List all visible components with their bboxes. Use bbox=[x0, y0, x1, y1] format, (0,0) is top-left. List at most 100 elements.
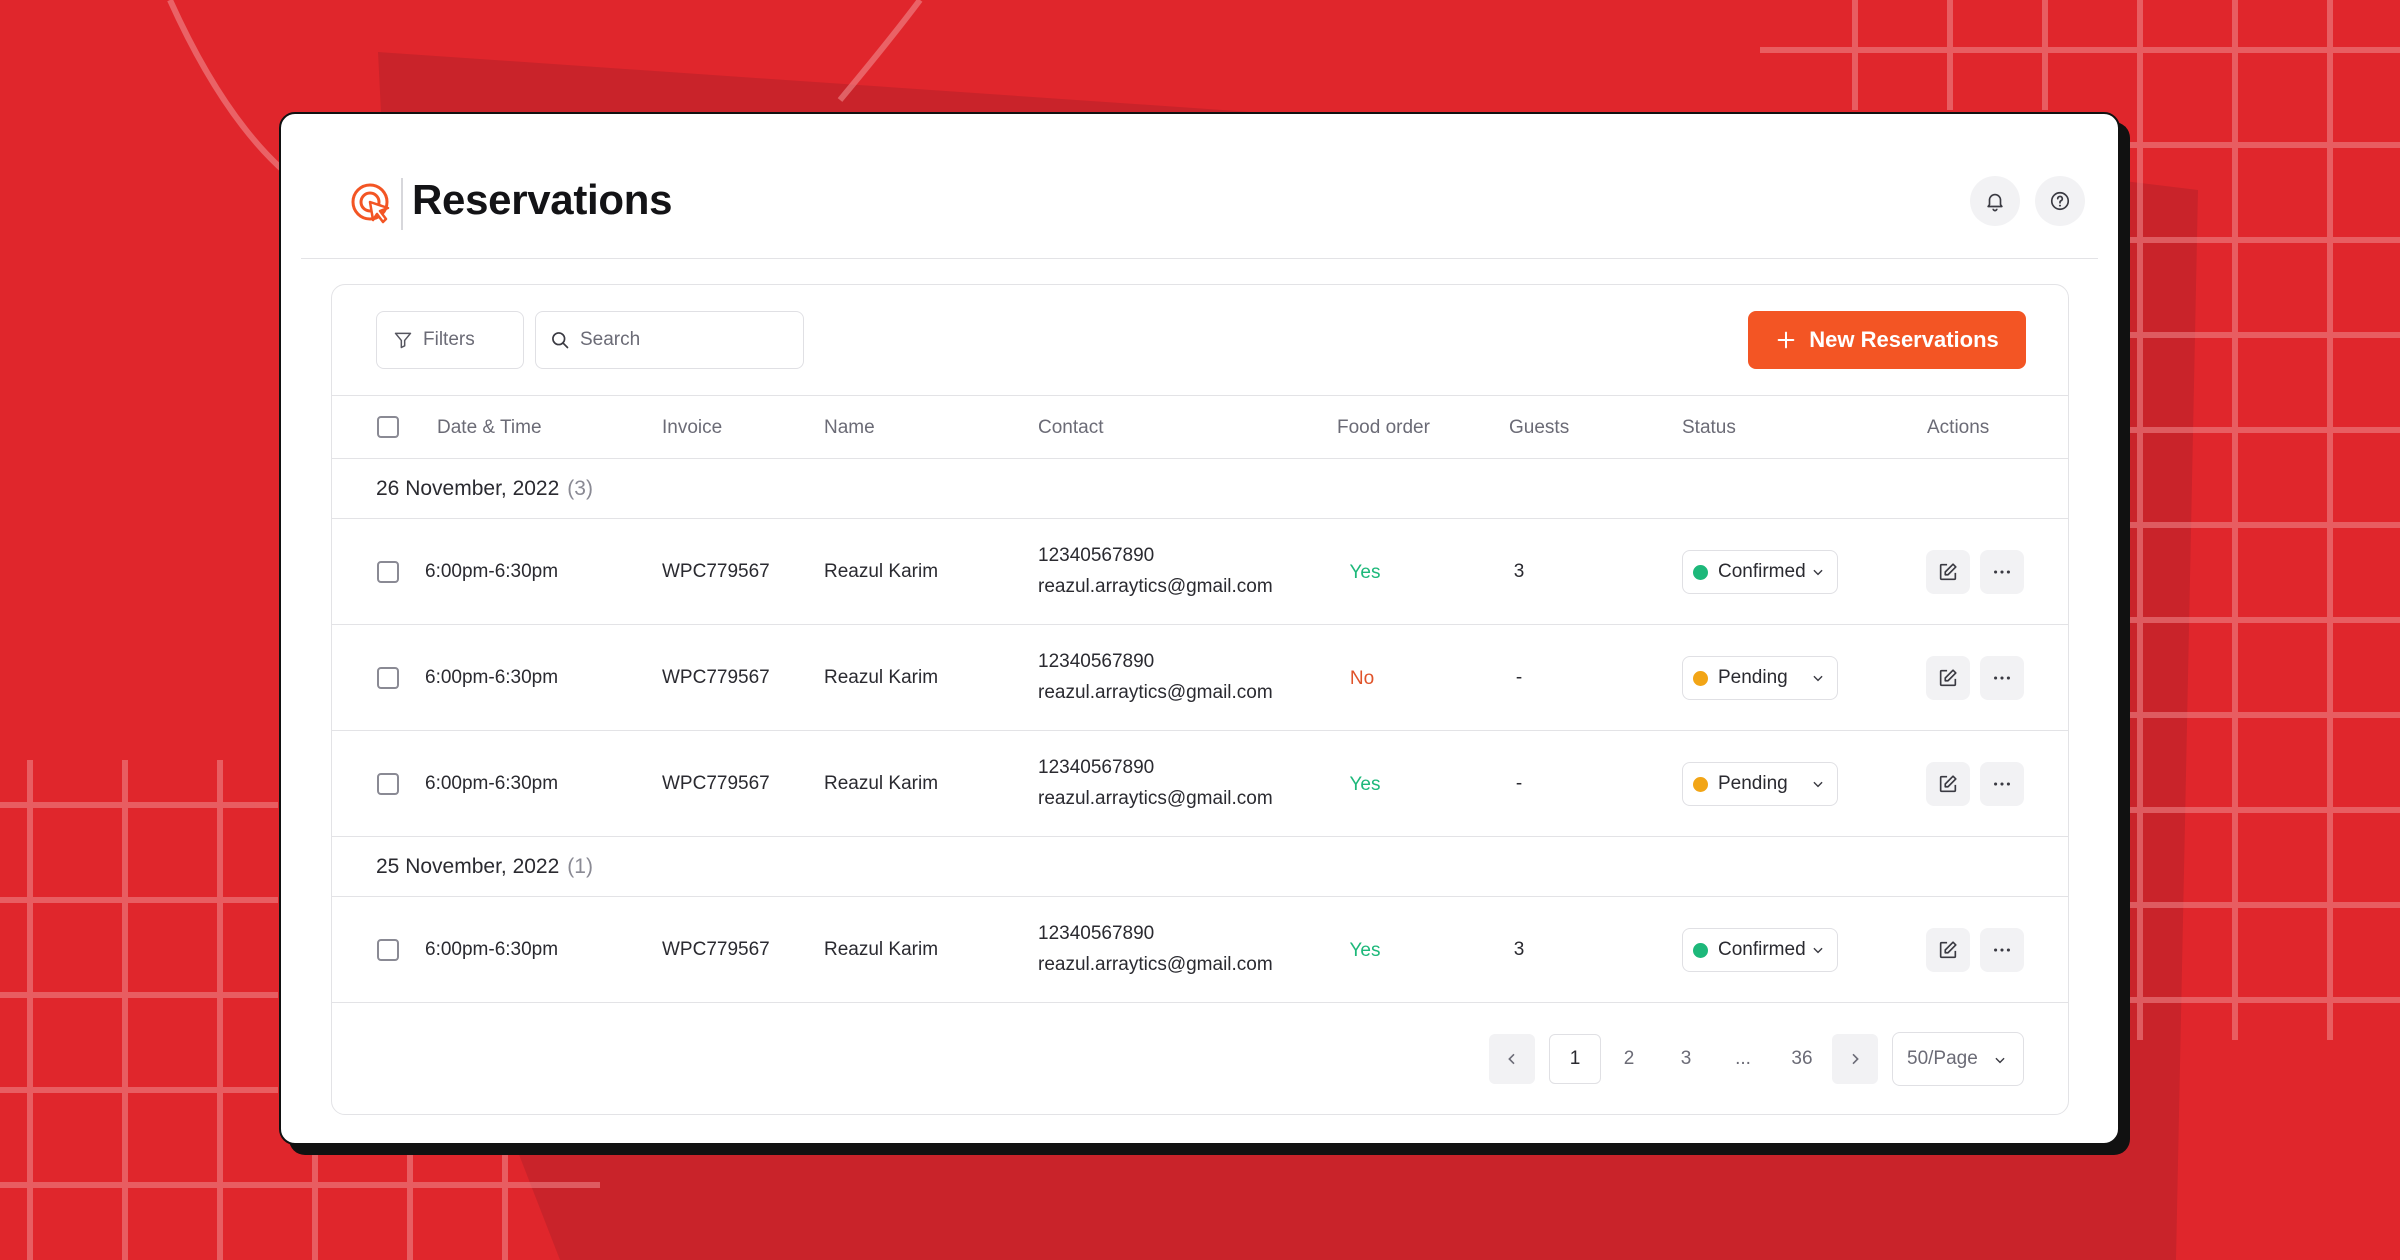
search-input[interactable] bbox=[580, 329, 780, 351]
status-dropdown[interactable]: Confirmed bbox=[1682, 550, 1838, 594]
column-header-name[interactable]: Name bbox=[824, 417, 875, 439]
notifications-button[interactable] bbox=[1970, 176, 2020, 226]
more-horizontal-icon bbox=[1994, 782, 2010, 786]
row-food-order: Yes bbox=[1349, 562, 1381, 583]
column-header-invoice[interactable]: Invoice bbox=[662, 417, 722, 439]
cursor-target-logo-icon bbox=[351, 183, 390, 224]
row-invoice: WPC779567 bbox=[662, 667, 770, 688]
column-header-datetime[interactable]: Date & Time bbox=[437, 417, 542, 439]
status-dropdown[interactable]: Confirmed bbox=[1682, 928, 1838, 972]
status-label: Pending bbox=[1718, 667, 1788, 688]
table-row[interactable]: 6:00pm-6:30pm WPC779567 Reazul Karim 123… bbox=[332, 731, 2068, 837]
row-invoice: WPC779567 bbox=[662, 773, 770, 794]
edit-icon bbox=[1939, 941, 1957, 959]
status-label: Confirmed bbox=[1718, 561, 1806, 582]
row-guests: 3 bbox=[1513, 561, 1525, 582]
date-group-header: 26 November, 2022 (3) bbox=[332, 459, 2068, 519]
row-guests: - bbox=[1515, 667, 1523, 688]
chevron-down-icon bbox=[1813, 781, 1823, 788]
more-button[interactable] bbox=[1980, 550, 2024, 594]
more-horizontal-icon bbox=[1994, 948, 2010, 952]
group-date: 26 November, 2022 bbox=[376, 477, 560, 500]
edit-button[interactable] bbox=[1926, 928, 1970, 972]
row-email: reazul.arraytics@gmail.com bbox=[1038, 682, 1273, 703]
next-page-button[interactable] bbox=[1832, 1034, 1878, 1084]
page-header: Reservations bbox=[301, 114, 2098, 259]
reservations-window: Reservations Filters Search New Reservat… bbox=[279, 112, 2120, 1145]
row-time: 6:00pm-6:30pm bbox=[425, 773, 559, 794]
page-title: Reservations bbox=[412, 176, 673, 223]
group-date: 25 November, 2022 bbox=[376, 855, 560, 878]
chevron-down-icon bbox=[1813, 675, 1823, 682]
per-page-select[interactable]: 50/Page bbox=[1892, 1032, 2024, 1086]
row-guests: - bbox=[1515, 773, 1523, 794]
plus-icon bbox=[1777, 331, 1795, 349]
column-header-actions: Actions bbox=[1927, 417, 1990, 438]
row-email: reazul.arraytics@gmail.com bbox=[1038, 788, 1273, 809]
row-name: Reazul Karim bbox=[824, 773, 939, 794]
page-button[interactable]: 3 bbox=[1671, 1034, 1701, 1084]
funnel-icon bbox=[394, 332, 412, 349]
help-button[interactable] bbox=[2035, 176, 2085, 226]
column-header-status[interactable]: Status bbox=[1682, 417, 1736, 439]
page-button-current[interactable]: 1 bbox=[1549, 1034, 1601, 1084]
column-header-food-order[interactable]: Food order bbox=[1337, 417, 1430, 439]
date-group-label: 25 November, 2022 (1) bbox=[376, 855, 593, 879]
row-name: Reazul Karim bbox=[824, 667, 939, 688]
edit-button[interactable] bbox=[1926, 762, 1970, 806]
status-dropdown[interactable]: Pending bbox=[1682, 762, 1838, 806]
row-invoice: WPC779567 bbox=[662, 561, 770, 582]
column-header-contact[interactable]: Contact bbox=[1038, 417, 1103, 439]
chevron-right-icon bbox=[1852, 1053, 1859, 1065]
row-invoice: WPC779567 bbox=[662, 939, 770, 960]
row-time: 6:00pm-6:30pm bbox=[425, 667, 559, 688]
status-label: Pending bbox=[1718, 773, 1788, 794]
chevron-down-icon bbox=[1813, 569, 1823, 576]
row-phone: 12340567890 bbox=[1038, 923, 1155, 944]
filters-button[interactable]: Filters bbox=[376, 311, 524, 369]
row-checkbox[interactable] bbox=[377, 939, 399, 961]
row-checkbox[interactable] bbox=[377, 561, 399, 583]
table-header: Date & Time Invoice Name Contact Food or… bbox=[332, 395, 2068, 459]
edit-button[interactable] bbox=[1926, 656, 1970, 700]
table-row[interactable]: 6:00pm-6:30pm WPC779567 Reazul Karim 123… bbox=[332, 625, 2068, 731]
more-button[interactable] bbox=[1980, 656, 2024, 700]
row-time: 6:00pm-6:30pm bbox=[425, 561, 559, 582]
search-icon bbox=[552, 332, 569, 349]
select-all-checkbox[interactable] bbox=[377, 416, 399, 438]
status-dot bbox=[1693, 670, 1708, 686]
row-food-order: Yes bbox=[1349, 774, 1381, 795]
status-dropdown[interactable]: Pending bbox=[1682, 656, 1838, 700]
page-button[interactable]: 36 bbox=[1782, 1034, 1822, 1084]
row-email: reazul.arraytics@gmail.com bbox=[1038, 954, 1273, 975]
edit-icon bbox=[1939, 563, 1957, 581]
reservations-panel: Filters New Reservations Date & Time I bbox=[331, 284, 2069, 1115]
row-food-order: No bbox=[1349, 668, 1375, 689]
edit-button[interactable] bbox=[1926, 550, 1970, 594]
status-dot bbox=[1693, 776, 1708, 792]
edit-icon bbox=[1939, 669, 1957, 687]
edit-icon bbox=[1939, 775, 1957, 793]
row-phone: 12340567890 bbox=[1038, 757, 1155, 778]
status-dot bbox=[1693, 942, 1708, 958]
row-phone: 12340567890 bbox=[1038, 651, 1155, 672]
new-reservations-button[interactable]: New Reservations bbox=[1748, 311, 2026, 369]
table-row[interactable]: 6:00pm-6:30pm WPC779567 Reazul Karim 123… bbox=[332, 519, 2068, 625]
more-button[interactable] bbox=[1980, 928, 2024, 972]
status-dot bbox=[1693, 564, 1708, 580]
page-button[interactable]: 2 bbox=[1614, 1034, 1644, 1084]
row-name: Reazul Karim bbox=[824, 561, 939, 582]
row-name: Reazul Karim bbox=[824, 939, 939, 960]
column-header-guests[interactable]: Guests bbox=[1509, 417, 1569, 439]
group-count: (3) bbox=[567, 477, 593, 500]
row-guests: 3 bbox=[1513, 939, 1525, 960]
status-label: Confirmed bbox=[1718, 939, 1806, 960]
row-checkbox[interactable] bbox=[377, 773, 399, 795]
row-checkbox[interactable] bbox=[377, 667, 399, 689]
prev-page-button[interactable] bbox=[1489, 1034, 1535, 1084]
search-box[interactable] bbox=[535, 311, 804, 369]
table-row[interactable]: 6:00pm-6:30pm WPC779567 Reazul Karim 123… bbox=[332, 897, 2068, 1003]
group-count: (1) bbox=[567, 855, 593, 878]
more-button[interactable] bbox=[1980, 762, 2024, 806]
bell-icon bbox=[1987, 193, 2003, 212]
